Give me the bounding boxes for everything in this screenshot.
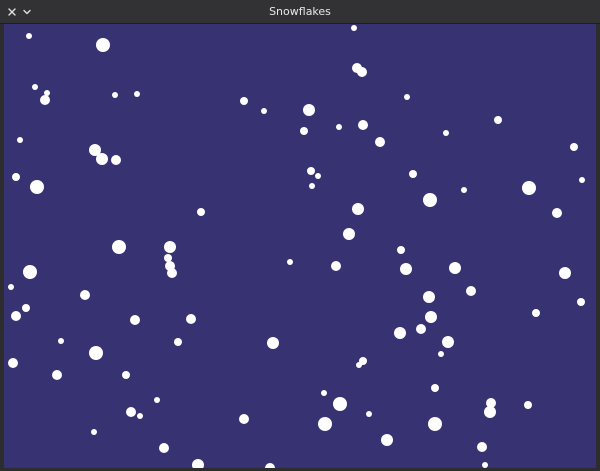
snowflake [134, 91, 140, 97]
snowflake [174, 338, 182, 346]
snowflake [111, 155, 121, 165]
snowflake [192, 459, 204, 468]
snowflake [96, 38, 110, 52]
snowflake [331, 261, 341, 271]
snowflake [159, 443, 169, 453]
snowflake [400, 263, 412, 275]
snowflake [466, 286, 476, 296]
snowflake [137, 413, 143, 419]
snowflake [130, 315, 140, 325]
snowflake [423, 193, 437, 207]
snowflake [416, 324, 426, 334]
window-title: Snowflakes [269, 5, 331, 18]
snowflake [89, 346, 103, 360]
snowflake [265, 463, 275, 468]
snowflake [126, 407, 136, 417]
snowflake-canvas [4, 24, 596, 468]
snowflake [23, 265, 37, 279]
snowflake [442, 336, 454, 348]
snowflake [154, 397, 160, 403]
snowflake [494, 116, 502, 124]
snowflake-field [8, 25, 585, 468]
snowflake [122, 371, 130, 379]
snowflake [22, 304, 30, 312]
snowflake [425, 311, 437, 323]
snowflake [96, 153, 108, 165]
snowflake [309, 183, 315, 189]
snowflake [352, 203, 364, 215]
snowflake [477, 442, 487, 452]
snowflake [300, 127, 308, 135]
snowflake [17, 137, 23, 143]
snowflake [482, 462, 488, 468]
snowflake [461, 187, 467, 193]
snowflake [333, 397, 347, 411]
snowflake [91, 429, 97, 435]
snowflake [321, 390, 327, 396]
snowflake [164, 241, 176, 253]
snowflake [357, 67, 367, 77]
snowflake [524, 401, 532, 409]
snowflake [307, 167, 315, 175]
snowflake [394, 327, 406, 339]
snowflake [438, 351, 444, 357]
snowflake [8, 284, 14, 290]
snowflake [261, 108, 267, 114]
snowflake [431, 384, 439, 392]
snowflake [30, 180, 44, 194]
snowflake [336, 124, 342, 130]
snowflake [52, 370, 62, 380]
snowflake [315, 173, 321, 179]
snowflake [32, 84, 38, 90]
snowflake [559, 267, 571, 279]
snowflake [26, 33, 32, 39]
snowflake [428, 417, 442, 431]
snowflake [532, 309, 540, 317]
snowflake [484, 406, 496, 418]
snowflake [112, 92, 118, 98]
snowflake [240, 97, 248, 105]
snowflake [381, 434, 393, 446]
snowflake [164, 254, 172, 262]
title-bar[interactable]: Snowflakes [0, 0, 600, 24]
snowflake [404, 94, 410, 100]
snowflake [552, 208, 562, 218]
snowflake [449, 262, 461, 274]
snowflake [112, 240, 126, 254]
snowflake [318, 417, 332, 431]
snowflake [579, 177, 585, 183]
snowflake [343, 228, 355, 240]
snowflake [397, 246, 405, 254]
snowflake [522, 181, 536, 195]
snowflake [423, 291, 435, 303]
snowflake [80, 290, 90, 300]
snowflake [287, 259, 293, 265]
snowflake [366, 411, 372, 417]
snowflake [303, 104, 315, 116]
snowflake [351, 25, 357, 31]
snowflake [239, 414, 249, 424]
snowflake [186, 314, 196, 324]
snowflake [8, 358, 18, 368]
snowflake [577, 298, 585, 306]
snowflake [197, 208, 205, 216]
snowflake [375, 137, 385, 147]
snowflake [167, 268, 177, 278]
snowflake [409, 170, 417, 178]
snowflake [570, 143, 578, 151]
snowflake [58, 338, 64, 344]
snowflake [40, 95, 50, 105]
snowflake [267, 337, 279, 349]
snowflake [443, 130, 449, 136]
app-window: Snowflakes [0, 0, 600, 471]
snowflake [12, 173, 20, 181]
snowflake [358, 120, 368, 130]
snowflake [356, 362, 362, 368]
snowflake [11, 311, 21, 321]
